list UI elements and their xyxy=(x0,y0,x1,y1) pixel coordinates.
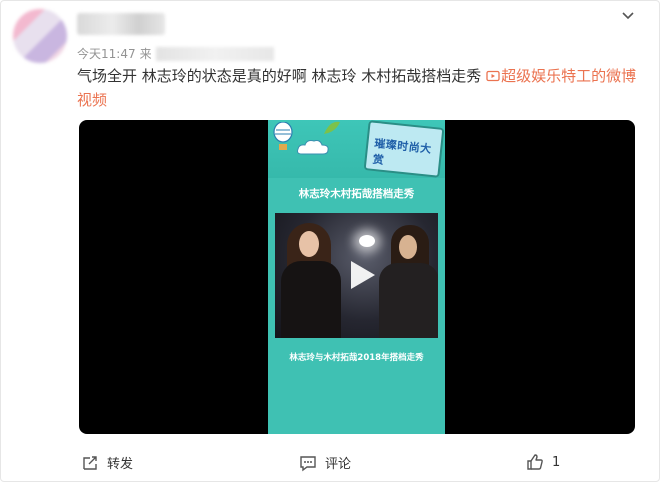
repost-label: 转发 xyxy=(107,457,134,472)
runway-photo xyxy=(275,213,438,338)
woman-body xyxy=(281,261,341,338)
woman-face xyxy=(299,231,319,257)
leaf-decoration-icon xyxy=(324,121,340,134)
poster-banner: 璀璨时尚大赏 xyxy=(268,120,445,178)
comment-button[interactable]: 评论 xyxy=(299,453,351,472)
poster-caption: 林志玲与木村拓哉2018年搭档走秀 xyxy=(289,353,424,363)
post-meta: 今天11:47 来 xyxy=(77,45,274,62)
video-link-icon xyxy=(486,70,500,82)
poster-badge: 璀璨时尚大赏 xyxy=(363,120,445,178)
poster-badge-title: 璀璨时尚大赏 xyxy=(372,136,433,167)
weibo-post-card: 今天11:47 来 气场全开 林志玲的状态是真的好啊 林志玲 木村拓哉搭档走秀 … xyxy=(0,0,660,482)
cloud-icon xyxy=(297,140,329,155)
comment-icon xyxy=(300,455,316,471)
chevron-down-icon[interactable] xyxy=(621,9,635,23)
like-button[interactable]: 1 xyxy=(526,453,560,471)
poster-title: 林志玲木村拓哉搭档走秀 xyxy=(298,188,415,200)
post-time[interactable]: 今天11:47 xyxy=(77,45,136,62)
post-source-redacted xyxy=(155,46,274,61)
repost-button[interactable]: 转发 xyxy=(81,453,133,472)
action-bar: 转发 评论 1 xyxy=(1,447,659,479)
comment-label: 评论 xyxy=(325,457,352,472)
video-player[interactable]: 璀璨时尚大赏 林志玲木村拓哉搭档走秀 林志玲与木村拓哉2018年搭档走秀 xyxy=(79,120,635,434)
avatar[interactable] xyxy=(13,9,67,63)
video-poster: 璀璨时尚大赏 林志玲木村拓哉搭档走秀 林志玲与木村拓哉2018年搭档走秀 xyxy=(268,120,445,434)
man-body xyxy=(379,263,438,338)
balloon-icon xyxy=(273,122,293,150)
like-count: 1 xyxy=(552,454,561,470)
post-text-main: 气场全开 林志玲的状态是真的好啊 林志玲 木村拓哉搭档走秀 xyxy=(77,67,487,85)
man-face xyxy=(399,235,417,259)
post-source-prefix: 来 xyxy=(139,47,152,61)
repost-icon xyxy=(83,455,97,470)
like-icon xyxy=(527,454,543,470)
post-text: 气场全开 林志玲的状态是真的好啊 林志玲 木村拓哉搭档走秀 超级娱乐特工的微博视… xyxy=(77,64,637,112)
play-icon[interactable] xyxy=(343,257,379,293)
spotlight xyxy=(359,235,375,247)
username-redacted[interactable] xyxy=(77,13,165,35)
